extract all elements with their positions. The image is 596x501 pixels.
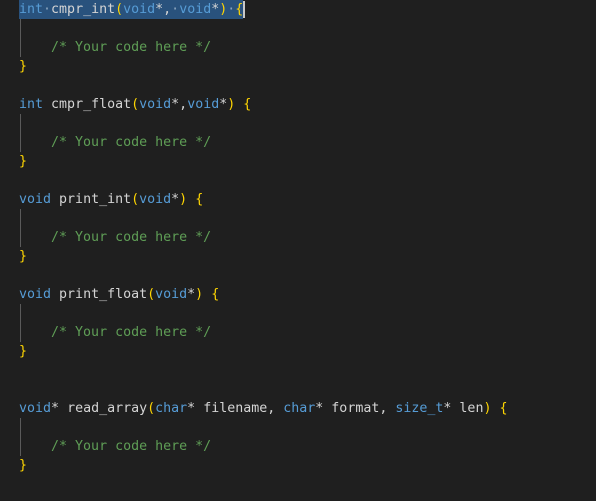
code-line[interactable]: /* Your code here */: [0, 437, 596, 456]
code-token: cmpr_float: [51, 97, 132, 112]
code-token: }: [19, 344, 28, 359]
code-token: *: [51, 401, 60, 416]
code-line[interactable]: }: [0, 152, 596, 171]
code-token: *: [187, 287, 196, 302]
code-line[interactable]: [0, 380, 596, 399]
code-token: ·: [171, 2, 180, 17]
code-token: {: [195, 192, 204, 207]
code-token: ): [195, 287, 204, 302]
code-token: void: [19, 287, 52, 302]
code-line[interactable]: void* read_array(char* filename, char* f…: [0, 399, 596, 418]
code-line[interactable]: }: [0, 57, 596, 76]
code-line[interactable]: void print_float(void*) {: [0, 285, 596, 304]
code-token: char: [155, 401, 188, 416]
code-token: /* Your code here */: [51, 40, 212, 55]
code-token: (: [115, 2, 124, 17]
code-token: read_array: [67, 401, 148, 416]
code-line[interactable]: [0, 171, 596, 190]
code-token: }: [19, 458, 28, 473]
code-token: /* Your code here */: [51, 230, 212, 245]
code-line[interactable]: [0, 266, 596, 285]
code-token: {: [499, 401, 508, 416]
code-line[interactable]: [0, 19, 596, 38]
code-token: void: [139, 97, 172, 112]
code-line[interactable]: [0, 304, 596, 323]
code-token: {: [235, 2, 244, 17]
code-token: format,: [323, 401, 396, 416]
code-line[interactable]: /* Your code here */: [0, 228, 596, 247]
code-token: *: [187, 401, 196, 416]
code-token: /* Your code here */: [51, 439, 212, 454]
code-token: /* Your code here */: [51, 325, 212, 340]
code-token: void: [179, 2, 212, 17]
code-token: (: [147, 401, 156, 416]
code-token: ,: [163, 2, 172, 17]
code-token: *: [171, 192, 180, 207]
code-token: }: [19, 59, 28, 74]
code-line[interactable]: }: [0, 342, 596, 361]
code-token: size_t: [395, 401, 444, 416]
code-token: ): [179, 192, 188, 207]
code-token: print_float: [59, 287, 148, 302]
code-token: {: [211, 287, 220, 302]
code-line[interactable]: /* Your code here */: [0, 38, 596, 57]
code-token: ,: [179, 97, 188, 112]
code-token: *: [155, 2, 164, 17]
code-line[interactable]: }: [0, 247, 596, 266]
code-line[interactable]: int cmpr_float(void*,void*) {: [0, 95, 596, 114]
code-token: void: [19, 401, 52, 416]
code-token: print_int: [59, 192, 132, 207]
code-token: char: [283, 401, 316, 416]
text-caret: [243, 1, 246, 18]
code-token: (: [147, 287, 156, 302]
code-line[interactable]: [0, 114, 596, 133]
code-token: ·: [43, 2, 52, 17]
code-token: *: [171, 97, 180, 112]
code-token: void: [139, 192, 172, 207]
code-line[interactable]: /* Your code here */: [0, 133, 596, 152]
code-line[interactable]: [0, 418, 596, 437]
code-token: void: [155, 287, 188, 302]
code-token: int: [19, 2, 44, 17]
code-line[interactable]: [0, 209, 596, 228]
code-line[interactable]: int·cmpr_int(void*,·void*)·{: [0, 0, 596, 19]
code-token: }: [19, 249, 28, 264]
code-token: /* Your code here */: [51, 135, 212, 150]
code-line[interactable]: }: [0, 456, 596, 475]
code-line[interactable]: /* Your code here */: [0, 323, 596, 342]
code-token: int: [19, 97, 44, 112]
code-token: cmpr_int: [51, 2, 116, 17]
code-lines-container[interactable]: int·cmpr_int(void*,·void*)·{ /* Your cod…: [0, 0, 596, 475]
code-token: (: [131, 97, 140, 112]
code-editor-surface[interactable]: int·cmpr_int(void*,·void*)·{ /* Your cod…: [0, 0, 596, 501]
code-token: {: [243, 97, 252, 112]
code-token: void: [19, 192, 52, 207]
code-token: void: [123, 2, 156, 17]
code-line[interactable]: [0, 361, 596, 380]
code-token: }: [19, 154, 28, 169]
code-token: filename,: [195, 401, 284, 416]
code-token: (: [131, 192, 140, 207]
selected-text-range[interactable]: int·cmpr_int(void*,·void*)·{: [19, 0, 244, 19]
code-line[interactable]: void print_int(void*) {: [0, 190, 596, 209]
code-line[interactable]: [0, 76, 596, 95]
code-token: void: [187, 97, 220, 112]
code-token: len: [451, 401, 484, 416]
